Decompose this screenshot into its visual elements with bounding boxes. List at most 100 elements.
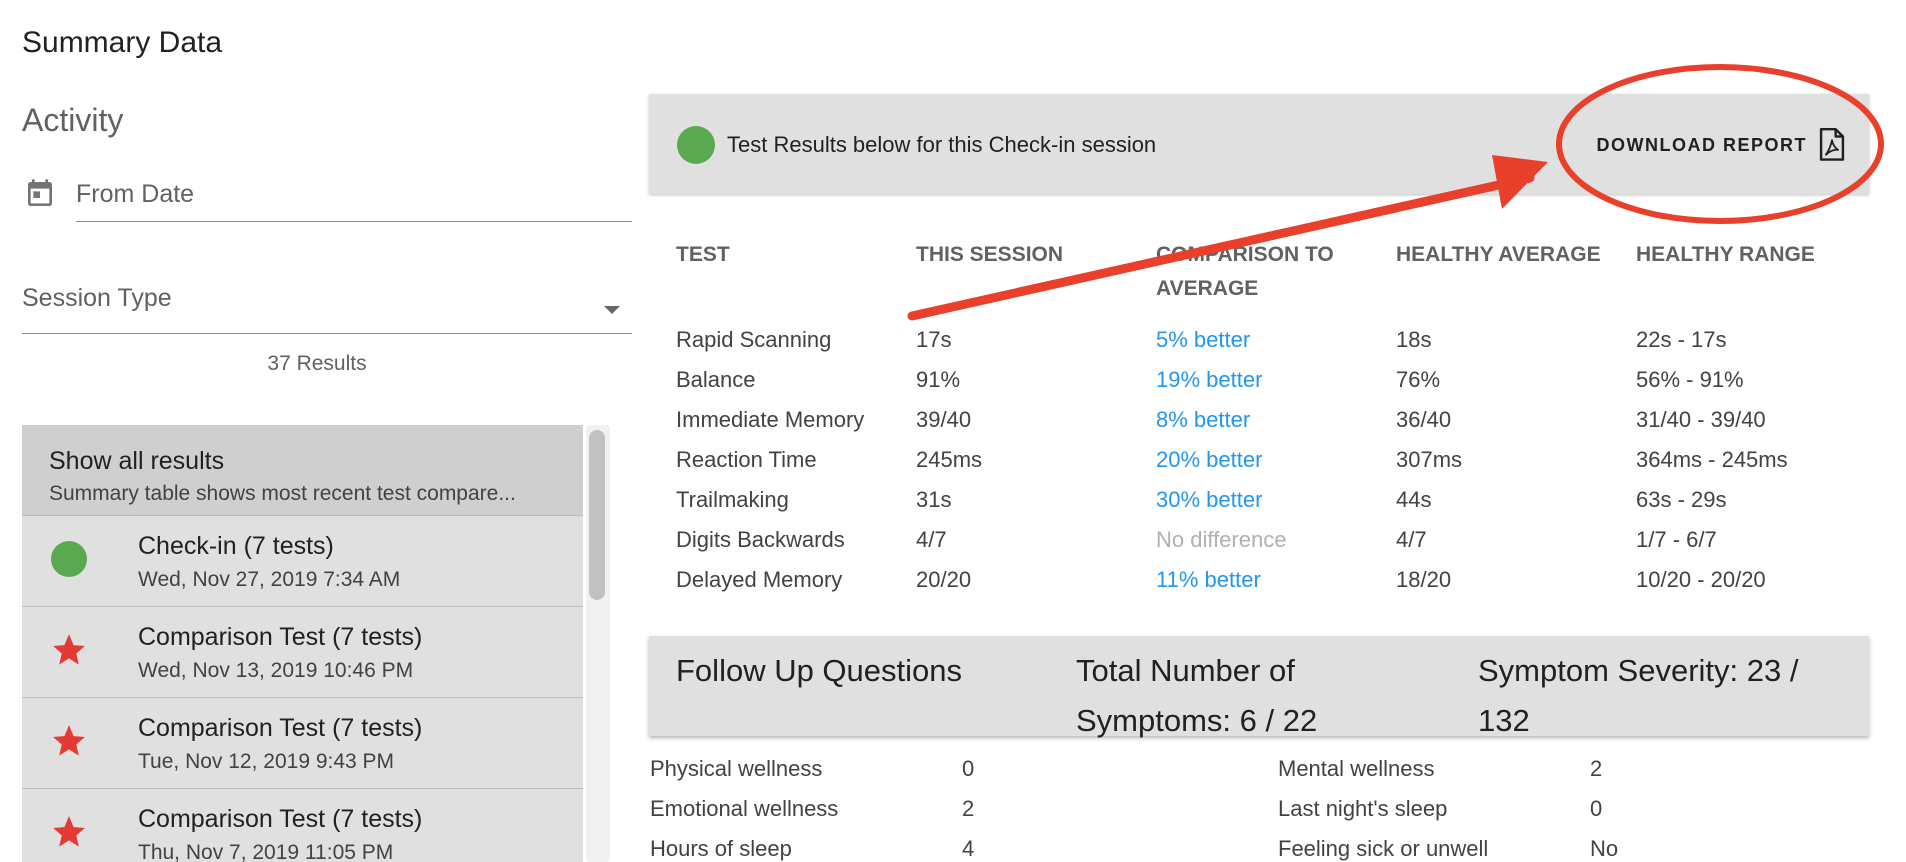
results-header: Test Results below for this Check-in ses… xyxy=(649,94,1869,194)
healthy-average-value: 4/7 xyxy=(1396,527,1427,552)
healthy-range-value: 22s - 17s xyxy=(1636,327,1727,352)
results-table: TEST THIS SESSION COMPARISON TO AVERAGE … xyxy=(676,238,1876,600)
status-dot-icon xyxy=(677,126,715,164)
table-row: Balance 91% 19% better 76% 56% - 91% xyxy=(676,360,1876,400)
question-value: 2 xyxy=(1590,756,1603,781)
test-name: Rapid Scanning xyxy=(676,327,832,352)
test-name: Immediate Memory xyxy=(676,407,865,432)
healthy-range-value: 63s - 29s xyxy=(1636,487,1727,512)
healthy-average-value: 36/40 xyxy=(1396,407,1452,432)
list-item[interactable]: Check-in (7 tests) Wed, Nov 27, 2019 7:3… xyxy=(22,516,583,607)
comparison-value: 8% better xyxy=(1156,407,1251,432)
healthy-range-value: 10/20 - 20/20 xyxy=(1636,567,1766,592)
healthy-average-value: 18/20 xyxy=(1396,567,1452,592)
follow-up-title: Follow Up Questions xyxy=(676,653,963,688)
star-icon xyxy=(53,634,85,665)
table-row: Immediate Memory 39/40 8% better 36/40 3… xyxy=(676,400,1876,440)
table-row: Trailmaking 31s 30% better 44s 63s - 29s xyxy=(676,480,1876,520)
table-row: Delayed Memory 20/20 11% better 18/20 10… xyxy=(676,560,1876,600)
comparison-value: 19% better xyxy=(1156,367,1263,392)
page-title: Summary Data xyxy=(22,26,223,59)
list-scrollbar-thumb[interactable] xyxy=(589,430,605,600)
show-all-results-item[interactable]: Show all results Summary table shows mos… xyxy=(22,425,583,516)
calendar-icon[interactable] xyxy=(24,178,56,210)
question-label: Emotional wellness xyxy=(650,796,839,821)
results-count: 37 Results xyxy=(267,352,367,375)
table-row: Rapid Scanning 17s 5% better 18s 22s - 1… xyxy=(676,320,1876,360)
comparison-value: 5% better xyxy=(1156,327,1251,352)
column-header-comparison: COMPARISON TO AVERAGE xyxy=(1156,243,1334,300)
healthy-average-value: 18s xyxy=(1396,327,1432,352)
download-report-button[interactable]: DOWNLOAD REPORT xyxy=(1597,128,1848,162)
this-session-value: 4/7 xyxy=(916,527,947,552)
results-header-text: Test Results below for this Check-in ses… xyxy=(727,132,1157,157)
list-item-date: Tue, Nov 12, 2019 9:43 PM xyxy=(138,750,395,773)
green-circle-icon xyxy=(51,541,87,577)
show-all-subtitle: Summary table shows most recent test com… xyxy=(49,482,516,505)
question-label: Feeling sick or unwell xyxy=(1278,836,1489,861)
question-label: Mental wellness xyxy=(1278,756,1435,781)
question-value: 0 xyxy=(962,756,975,781)
list-item[interactable]: Comparison Test (7 tests) Tue, Nov 12, 2… xyxy=(22,698,583,789)
question-label: Hours of sleep xyxy=(650,836,792,861)
comparison-value: 11% better xyxy=(1156,567,1261,592)
healthy-range-value: 56% - 91% xyxy=(1636,367,1744,392)
follow-up-row: Hours of sleep 4 Feeling sick or unwell … xyxy=(650,828,1870,862)
list-item-title: Comparison Test (7 tests) xyxy=(138,714,423,742)
test-name: Reaction Time xyxy=(676,447,817,472)
comparison-value: 20% better xyxy=(1156,447,1263,472)
symptom-severity: Symptom Severity: 23 / 132 xyxy=(1478,653,1799,738)
question-value: No xyxy=(1590,836,1619,861)
question-label: Physical wellness xyxy=(650,756,823,781)
show-all-title: Show all results xyxy=(49,447,225,475)
this-session-value: 20/20 xyxy=(916,567,972,592)
follow-up-row: Physical wellness 0 Mental wellness 2 xyxy=(650,748,1870,788)
list-item-date: Wed, Nov 13, 2019 10:46 PM xyxy=(138,659,414,682)
question-value: 2 xyxy=(962,796,975,821)
activity-title: Activity xyxy=(22,102,124,138)
healthy-average-value: 76% xyxy=(1396,367,1441,392)
this-session-value: 17s xyxy=(916,327,952,352)
this-session-value: 245ms xyxy=(916,447,983,472)
follow-up-header: Follow Up Questions Total Number of Symp… xyxy=(649,636,1869,738)
healthy-range-value: 1/7 - 6/7 xyxy=(1636,527,1717,552)
column-header-healthy-average: HEALTHY AVERAGE xyxy=(1396,243,1601,266)
healthy-range-value: 31/40 - 39/40 xyxy=(1636,407,1766,432)
healthy-range-value: 364ms - 245ms xyxy=(1636,447,1788,472)
list-item-date: Thu, Nov 7, 2019 11:05 PM xyxy=(138,841,394,862)
test-name: Trailmaking xyxy=(676,487,789,512)
session-type-select[interactable]: Session Type xyxy=(22,284,632,334)
this-session-value: 31s xyxy=(916,487,952,512)
list-item-title: Comparison Test (7 tests) xyxy=(138,623,423,651)
session-list: Show all results Summary table shows mos… xyxy=(22,425,583,862)
download-report-label: DOWNLOAD REPORT xyxy=(1596,134,1807,155)
session-type-label: Session Type xyxy=(22,284,172,312)
table-row: Digits Backwards 4/7 No difference 4/7 1… xyxy=(676,520,1876,560)
question-value: 0 xyxy=(1590,796,1603,821)
this-session-value: 91% xyxy=(916,367,961,392)
from-date-input[interactable]: From Date xyxy=(76,170,632,222)
follow-up-answers: Physical wellness 0 Mental wellness 2 Em… xyxy=(650,748,1870,862)
column-header-healthy-range: HEALTHY RANGE xyxy=(1636,243,1815,266)
list-item-date: Wed, Nov 27, 2019 7:34 AM xyxy=(138,568,401,591)
comparison-value: 30% better xyxy=(1156,487,1263,512)
list-item[interactable]: Comparison Test (7 tests) Wed, Nov 13, 2… xyxy=(22,607,583,698)
results-table-header-row: TEST THIS SESSION COMPARISON TO AVERAGE … xyxy=(676,238,1876,320)
test-name: Balance xyxy=(676,367,756,392)
from-date-field[interactable]: From Date xyxy=(22,170,632,222)
test-name: Delayed Memory xyxy=(676,567,843,592)
healthy-average-value: 307ms xyxy=(1396,447,1463,472)
list-item[interactable]: Comparison Test (7 tests) Thu, Nov 7, 20… xyxy=(22,789,583,862)
table-row: Reaction Time 245ms 20% better 307ms 364… xyxy=(676,440,1876,480)
test-name: Digits Backwards xyxy=(676,527,845,552)
star-icon xyxy=(53,725,85,756)
list-item-title: Check-in (7 tests) xyxy=(138,532,334,560)
question-value: 4 xyxy=(962,836,975,861)
column-header-test: TEST xyxy=(676,243,730,266)
question-label: Last night's sleep xyxy=(1278,796,1448,821)
healthy-average-value: 44s xyxy=(1396,487,1432,512)
column-header-this-session: THIS SESSION xyxy=(916,243,1064,266)
pdf-icon xyxy=(1819,128,1845,161)
chevron-down-icon[interactable] xyxy=(604,306,620,314)
star-icon xyxy=(53,816,85,847)
